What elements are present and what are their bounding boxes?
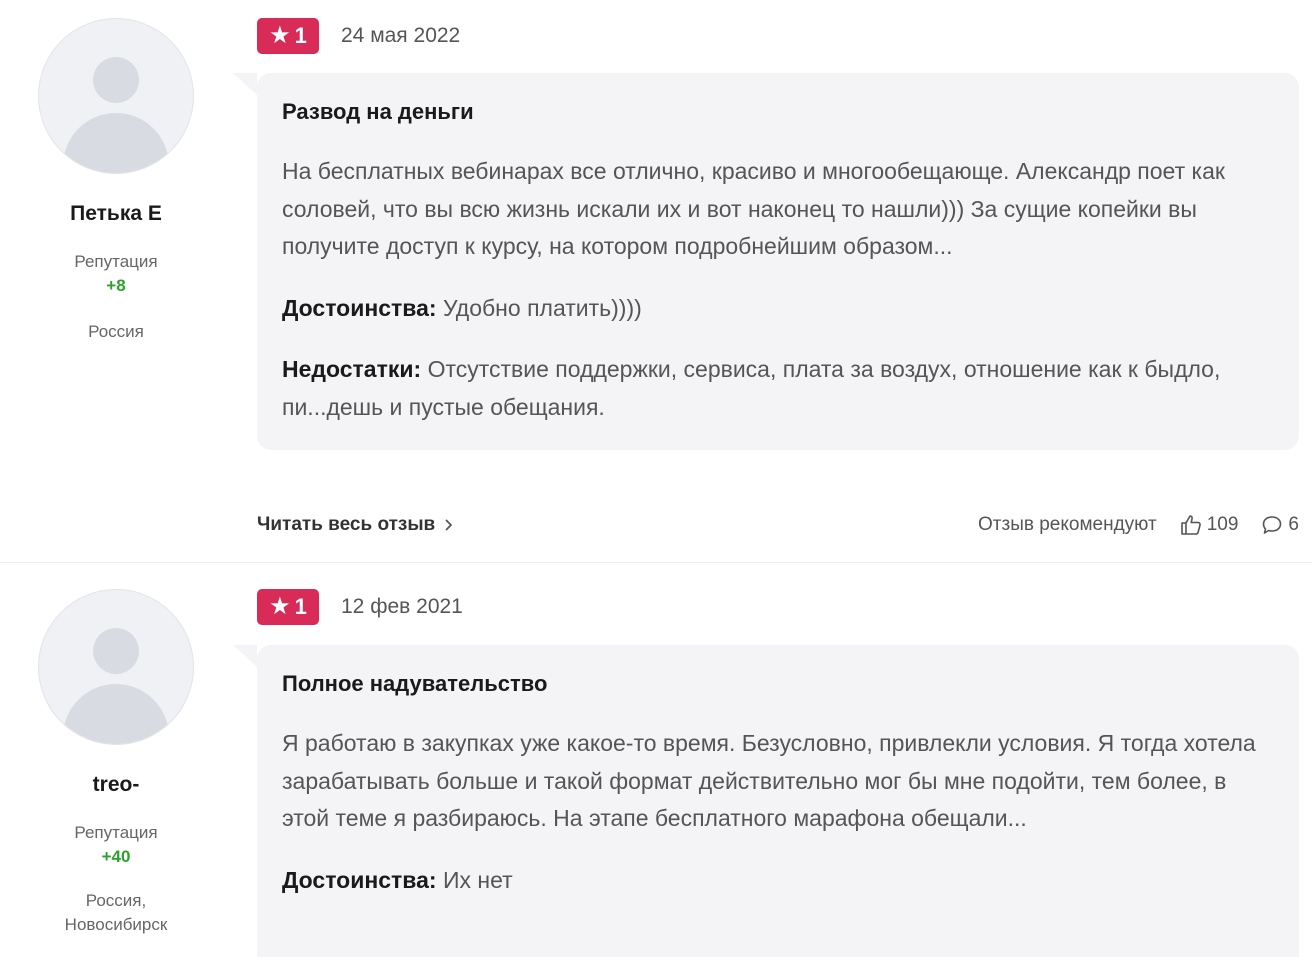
read-more-link[interactable]: Читать весь отзыв [257,514,453,536]
pros-text: Их нет [442,866,513,893]
star-icon: ★ [269,593,291,620]
reputation-value: +8 [106,276,126,295]
review-meta: ★ 1 24 мая 2022 [257,18,460,54]
pros-label: Достоинства: [282,866,437,893]
rating-badge: ★ 1 [257,589,319,625]
review-author: Петька Е Репутация +8 Россия [0,18,232,344]
review-date: 12 фев 2021 [341,595,463,618]
rating-badge: ★ 1 [257,18,319,54]
rating-value: 1 [294,594,307,619]
review-date: 24 мая 2022 [341,24,461,47]
review-card: Полное надувательство Я работаю в закупк… [233,645,1299,957]
chevron-right-icon [445,519,453,531]
review-meta: ★ 1 12 фев 2021 [257,589,463,625]
like-button[interactable]: 109 [1179,513,1239,537]
author-country: Россия [88,322,144,341]
avatar-body [63,113,169,173]
avatar[interactable] [38,589,194,745]
review-item: treo- Репутация +40 Россия, Новосибирск … [0,563,1312,957]
avatar-head [93,57,139,103]
avatar-body [63,684,169,744]
comment-icon [1260,513,1284,537]
author-name[interactable]: treo- [0,773,232,797]
cons-text: Отсутствие поддержки, сервиса, плата за … [282,356,1221,420]
thumbs-up-icon [1179,513,1203,537]
review-card: Развод на деньги На бесплатных вебинарах… [233,73,1299,450]
like-count: 109 [1206,514,1239,535]
review-footer: Читать весь отзыв Отзыв рекомендуют 109 … [257,510,1299,540]
review-pros: Достоинства: Их нет [282,862,1273,900]
review-item: Петька Е Репутация +8 Россия ★ 1 24 мая … [0,0,1312,562]
review-text: Я работаю в закупках уже какое-то время.… [282,730,1256,831]
recommend-label: Отзыв рекомендуют [978,514,1157,535]
comment-count: 6 [1288,514,1299,535]
read-more-label: Читать весь отзыв [257,514,436,535]
author-name[interactable]: Петька Е [0,202,232,226]
author-country: Россия, Новосибирск [64,891,168,934]
comments-button[interactable]: 6 [1260,513,1299,537]
review-pros: Достоинства: Удобно платить)))) [282,290,1273,328]
pros-label: Достоинства: [282,294,437,321]
reputation-value: +40 [101,847,131,866]
rating-value: 1 [294,23,307,48]
review-author: treo- Репутация +40 Россия, Новосибирск [0,589,232,937]
review-text: На бесплатных вебинарах все отлично, кра… [282,158,1225,259]
avatar-head [93,628,139,674]
avatar[interactable] [38,18,194,174]
review-title[interactable]: Полное надувательство [282,671,1273,697]
cons-label: Недостатки: [282,356,422,382]
reputation-label: Репутация [74,252,158,271]
review-cons: Недостатки: Отсутствие поддержки, сервис… [282,351,1273,426]
reputation-label: Репутация [74,823,158,842]
star-icon: ★ [269,22,291,49]
pros-text: Удобно платить)))) [442,294,642,321]
review-title[interactable]: Развод на деньги [282,99,1273,125]
